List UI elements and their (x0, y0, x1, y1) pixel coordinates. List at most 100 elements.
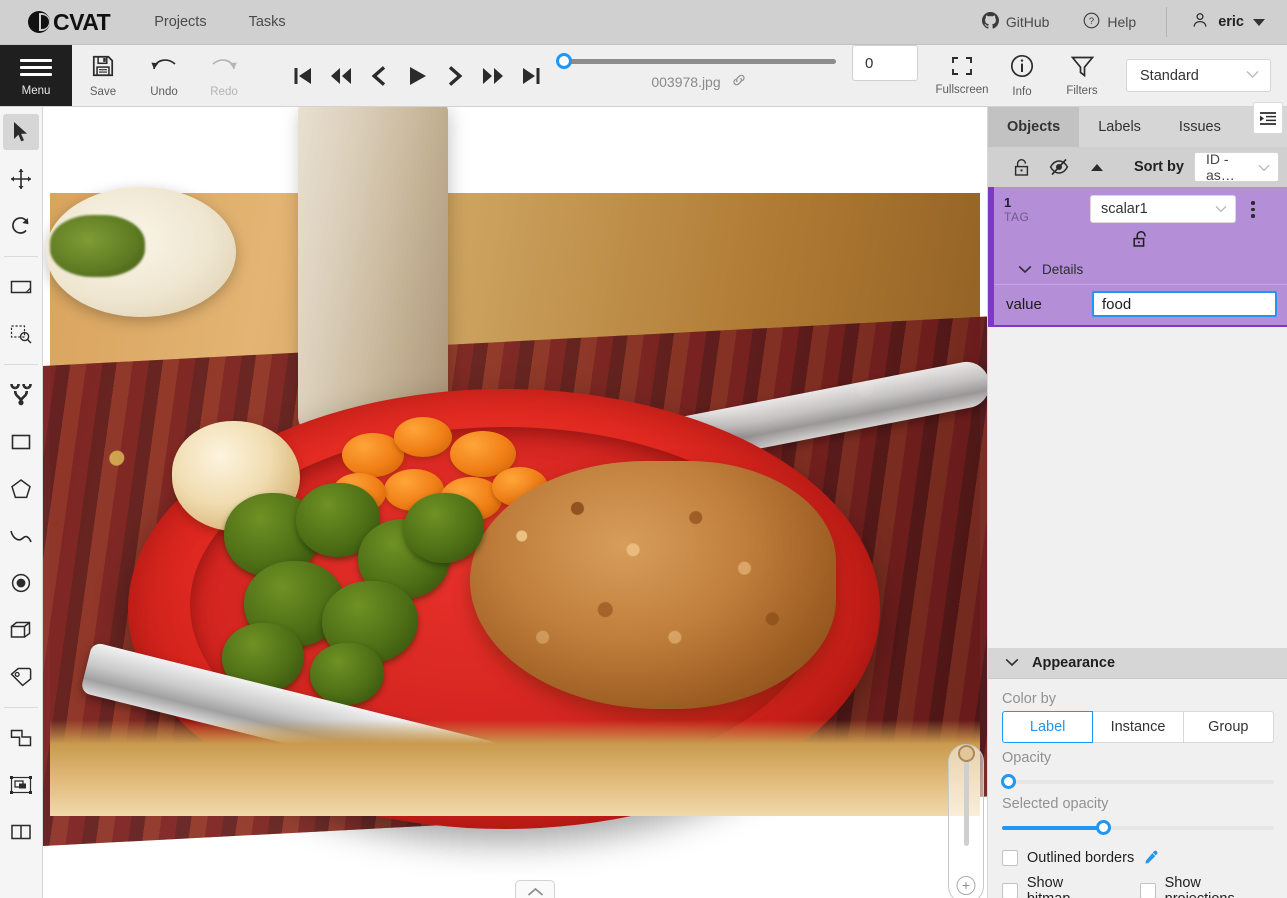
link-icon[interactable] (731, 72, 747, 93)
user-icon (1191, 11, 1209, 34)
sidebar-tabs: Objects Labels Issues (988, 107, 1287, 147)
undo-button[interactable]: Undo (134, 45, 194, 106)
selected-opacity-slider-track[interactable] (1002, 820, 1274, 835)
rectangle-tool[interactable] (3, 424, 39, 460)
cvat-logo[interactable]: CVAT (28, 9, 111, 36)
tag-tool[interactable] (3, 659, 39, 695)
merge-tool[interactable] (3, 720, 39, 756)
save-button[interactable]: Save (72, 45, 134, 106)
attribute-name: value (1006, 295, 1042, 313)
filters-label: Filters (1066, 85, 1098, 97)
nav-tasks[interactable]: Tasks (249, 14, 286, 30)
undo-icon (147, 53, 181, 84)
last-frame-button[interactable] (514, 56, 548, 96)
chevron-down-icon (1005, 654, 1019, 672)
selected-opacity-slider-knob[interactable] (1095, 820, 1111, 835)
outlined-borders-checkbox[interactable] (1002, 849, 1018, 866)
polygon-tool[interactable] (3, 471, 39, 507)
outlined-borders-label: Outlined borders (1027, 849, 1135, 866)
fullscreen-label: Fullscreen (935, 84, 989, 96)
workspace-select[interactable]: Standard (1126, 59, 1271, 92)
backward-jump-button[interactable] (324, 56, 358, 96)
hide-all-icon[interactable] (1040, 158, 1078, 176)
show-bitmap-checkbox[interactable] (1002, 883, 1018, 898)
color-by-group-option[interactable]: Group (1183, 711, 1274, 743)
attribute-value-input[interactable]: food (1092, 291, 1277, 317)
image-layer-glass (298, 107, 448, 433)
color-by-label-option[interactable]: Label (1002, 711, 1094, 743)
color-by-instance-option[interactable]: Instance (1093, 711, 1184, 743)
appearance-header[interactable]: Appearance (988, 648, 1287, 679)
tab-objects[interactable]: Objects (988, 107, 1080, 147)
info-button[interactable]: Info (992, 53, 1052, 98)
frame-navigation: 003978.jpg (548, 45, 842, 106)
group-tool[interactable] (3, 767, 39, 803)
object-menu-button[interactable] (1240, 195, 1266, 218)
object-item-tag[interactable]: 1 TAG scalar1 Details value food (988, 187, 1287, 327)
rail-separator (4, 364, 38, 365)
opacity-slider-row (1001, 770, 1274, 794)
object-label-select[interactable]: scalar1 (1090, 195, 1236, 223)
canvas-zoom-track[interactable] (957, 745, 975, 846)
object-label-value: scalar1 (1101, 201, 1148, 217)
opacity-slider-knob[interactable] (1001, 774, 1016, 789)
bottom-panel-toggle[interactable] (515, 880, 555, 898)
ai-tools[interactable] (3, 377, 39, 413)
frame-slider-handle[interactable] (556, 52, 572, 69)
toolbar-right: Fullscreen Info Filters Standard (932, 45, 1287, 106)
move-tool[interactable] (3, 161, 39, 197)
help-link[interactable]: ? Help (1083, 12, 1136, 32)
objects-toolbar: Sort by ID - as… (988, 147, 1287, 187)
tab-issues[interactable]: Issues (1160, 107, 1240, 147)
redo-label: Redo (210, 86, 238, 98)
frame-slider-row (556, 52, 836, 69)
nav-projects[interactable]: Projects (154, 14, 206, 30)
color-picker-icon[interactable] (1143, 849, 1160, 866)
main-nav: Projects Tasks (154, 14, 285, 30)
appearance-title: Appearance (1032, 655, 1116, 671)
outlined-borders-row: Outlined borders (1002, 849, 1274, 866)
show-projections-label: Show projections (1164, 875, 1235, 898)
canvas-zoom-slider[interactable]: + (948, 744, 984, 898)
lock-all-icon[interactable] (1002, 158, 1040, 177)
info-label: Info (1012, 86, 1032, 98)
frame-slider[interactable] (556, 52, 836, 69)
points-tool[interactable] (3, 565, 39, 601)
fit-tool[interactable] (3, 269, 39, 305)
next-frame-button[interactable] (438, 56, 472, 96)
user-menu[interactable]: eric (1191, 11, 1265, 34)
rotate-tool[interactable] (3, 208, 39, 244)
filters-button[interactable]: Filters (1052, 54, 1112, 97)
redo-button[interactable]: Redo (194, 45, 254, 106)
sidebar-collapse-button[interactable] (1253, 102, 1283, 134)
previous-frame-button[interactable] (362, 56, 396, 96)
polyline-tool[interactable] (3, 518, 39, 554)
color-by-group: Label Instance Group (1002, 711, 1274, 743)
collapse-all-icon[interactable] (1078, 161, 1116, 173)
cursor-tool[interactable] (3, 114, 39, 150)
github-link[interactable]: GitHub (981, 12, 1049, 32)
frame-number-input[interactable]: 0 (852, 45, 918, 81)
cuboid-tool[interactable] (3, 612, 39, 648)
tab-labels[interactable]: Labels (1079, 107, 1160, 147)
annotation-toolbar: Menu Save Undo Redo 003978.jpg 0 Fullscr… (0, 45, 1287, 107)
opacity-slider-track[interactable] (1001, 774, 1274, 789)
canvas-zoom-knob[interactable] (957, 745, 975, 762)
image-layer-table-front (50, 720, 980, 816)
tag-details-toggle[interactable]: Details (994, 256, 1287, 285)
right-sidebar: Objects Labels Issues Sort by ID - as… 1… (987, 102, 1287, 898)
region-select-tool[interactable] (3, 316, 39, 352)
menu-button[interactable]: Menu (0, 45, 72, 106)
selected-opacity-label: Selected opacity (1002, 796, 1109, 812)
fullscreen-button[interactable]: Fullscreen (932, 55, 992, 96)
annotation-canvas[interactable]: + (43, 107, 987, 898)
forward-jump-button[interactable] (476, 56, 510, 96)
split-tool[interactable] (3, 814, 39, 850)
github-icon (981, 12, 999, 32)
sort-by-select[interactable]: ID - as… (1193, 151, 1279, 183)
zoom-in-icon[interactable]: + (956, 876, 976, 895)
unlock-icon[interactable] (1132, 230, 1149, 254)
first-frame-button[interactable] (286, 56, 320, 96)
play-button[interactable] (400, 56, 434, 96)
show-projections-checkbox[interactable] (1139, 883, 1156, 898)
